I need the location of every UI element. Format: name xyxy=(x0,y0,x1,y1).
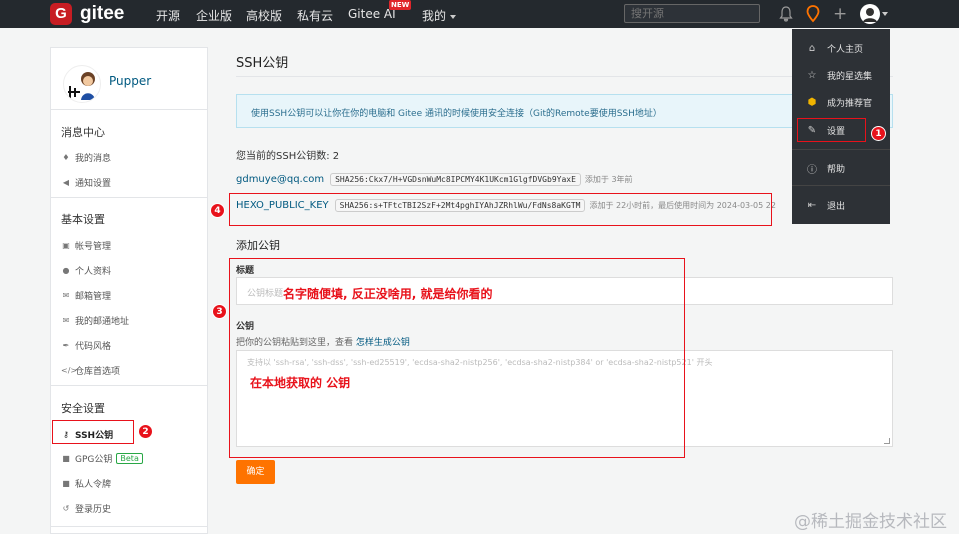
profile-card: Pupper xyxy=(51,48,207,110)
sound-icon: ◀ xyxy=(62,178,70,187)
section-security-settings: 安全设置 xyxy=(61,402,105,415)
avatar-caret-icon[interactable] xyxy=(882,12,888,16)
nav-enterprise[interactable]: 企业版 xyxy=(196,7,232,24)
add-key-title: 添加公钥 xyxy=(236,239,280,252)
sidebar-item-label: 代码风格 xyxy=(75,342,112,352)
watermark: @稀土掘金技术社区 xyxy=(794,512,947,532)
annotation-number: 2 xyxy=(138,424,153,439)
sidebar-item-account[interactable]: ▣ 帐号管理 xyxy=(61,239,111,252)
new-badge: NEW xyxy=(389,0,412,10)
menu-item-help[interactable]: ⓘ 帮助 xyxy=(806,161,845,176)
annotation-number: 3 xyxy=(212,304,227,319)
section-message-center: 消息中心 xyxy=(61,126,105,139)
submit-button[interactable]: 确定 xyxy=(236,460,275,484)
key-meta: 添加于 3年前 xyxy=(584,175,633,184)
lock-icon: ■ xyxy=(62,454,70,463)
sidebar-item-label: 个人资料 xyxy=(75,267,112,277)
bell-icon: ♦ xyxy=(62,153,70,162)
resize-handle-icon[interactable] xyxy=(884,438,890,444)
menu-item-label: 退出 xyxy=(827,202,846,212)
sidebar-item-my-messages[interactable]: ♦ 我的消息 xyxy=(61,151,111,164)
sidebar-item-label: 仓库首选项 xyxy=(75,367,121,377)
menu-item-label: 个人主页 xyxy=(827,45,864,55)
user-icon: ● xyxy=(62,266,70,275)
sidebar-item-notification-settings[interactable]: ◀ 通知设置 xyxy=(61,176,111,189)
location-pin-icon[interactable] xyxy=(806,5,820,23)
beta-badge: Beta xyxy=(116,453,143,464)
avatar[interactable] xyxy=(860,4,880,24)
logo-text: gitee xyxy=(80,3,125,24)
sidebar-item-label: GPG公钥 xyxy=(75,455,113,465)
settings-sidebar: Pupper 消息中心 ♦ 我的消息 ◀ 通知设置 基本设置 ▣ 帐号管理 ● 个人资料… xyxy=(50,47,208,534)
sidebar-divider xyxy=(51,197,207,198)
sidebar-item-label: 私人令牌 xyxy=(75,480,112,490)
menu-divider xyxy=(792,185,890,186)
key-count: 您当前的SSH公钥数: 2 xyxy=(236,151,340,162)
annotation-key-note: 在本地获取的 公钥 xyxy=(250,376,351,390)
sidebar-item-email[interactable]: ✉ 邮箱管理 xyxy=(61,289,111,302)
sidebar-item-login-history[interactable]: ↺ 登录历史 xyxy=(61,502,111,515)
nav-mine-label: 我的 xyxy=(422,9,447,23)
annotation-title-note: 名字随便填, 反正没啥用, 就是给你看的 xyxy=(283,287,493,301)
logo-badge: G xyxy=(50,3,72,25)
sidebar-item-repo-prefs[interactable]: </> 仓库首选项 xyxy=(61,364,120,377)
mail-icon: ✉ xyxy=(62,316,70,325)
annotation-number: 4 xyxy=(210,203,225,218)
lock-icon: ■ xyxy=(62,479,70,488)
key-fingerprint: SHA256:Ckx7/H+VGDsnWuMc8IPCMY4K1UKcm1Glg… xyxy=(330,173,581,186)
sidebar-divider xyxy=(51,526,207,527)
history-icon: ↺ xyxy=(62,504,70,513)
sidebar-item-code-style[interactable]: ✒ 代码风格 xyxy=(61,339,111,352)
annotation-box-key xyxy=(229,193,772,226)
sidebar-item-label: 帐号管理 xyxy=(75,242,112,252)
nav-private-cloud[interactable]: 私有云 xyxy=(297,7,333,24)
sidebar-item-profile[interactable]: ● 个人资料 xyxy=(61,264,112,277)
menu-item-label: 帮助 xyxy=(827,165,846,175)
nav-mine[interactable]: 我的 xyxy=(422,7,457,24)
logout-icon: ⇤ xyxy=(807,200,817,211)
section-basic-settings: 基本设置 xyxy=(61,213,105,226)
code-icon: </> xyxy=(61,366,78,375)
sidebar-item-label: 我的邮通地址 xyxy=(75,317,130,327)
menu-divider xyxy=(792,149,890,150)
home-icon: ⌂ xyxy=(808,43,816,54)
gitee-logo[interactable]: G gitee xyxy=(50,3,124,25)
profile-username[interactable]: Pupper xyxy=(109,74,151,88)
annotation-box-settings xyxy=(797,118,866,142)
mail-icon: ✉ xyxy=(62,291,70,300)
menu-item-label: 成为推荐官 xyxy=(827,99,873,109)
ssh-key-row: gdmuye@qq.com SHA256:Ckx7/H+VGDsnWuMc8IP… xyxy=(236,173,633,186)
annotation-box-ssh xyxy=(52,420,134,444)
id-card-icon: ▣ xyxy=(62,241,70,250)
sidebar-item-mail-address[interactable]: ✉ 我的邮通地址 xyxy=(61,314,129,327)
menu-item-starred[interactable]: ☆ 我的星选集 xyxy=(806,69,873,82)
menu-item-homepage[interactable]: ⌂ 个人主页 xyxy=(806,42,863,55)
star-icon: ☆ xyxy=(807,70,817,81)
page-title: SSH公钥 xyxy=(236,56,289,71)
bell-icon[interactable] xyxy=(779,6,793,22)
sidebar-divider xyxy=(51,385,207,386)
menu-item-logout[interactable]: ⇤ 退出 xyxy=(806,199,845,212)
menu-item-label: 我的星选集 xyxy=(827,72,873,82)
nav-opensource[interactable]: 开源 xyxy=(156,7,180,24)
nav-education[interactable]: 高校版 xyxy=(246,7,282,24)
plus-icon[interactable]: + xyxy=(833,6,847,23)
menu-item-recommender[interactable]: ⬢ 成为推荐官 xyxy=(806,96,872,109)
sidebar-item-label: 通知设置 xyxy=(75,179,112,189)
sidebar-item-gpg-keys[interactable]: ■ GPG公钥 Beta xyxy=(61,452,143,465)
search-input[interactable] xyxy=(624,4,760,23)
key-name[interactable]: gdmuye@qq.com xyxy=(236,174,324,185)
brush-icon: ✒ xyxy=(62,341,70,350)
sidebar-item-private-tokens[interactable]: ■ 私人令牌 xyxy=(61,477,111,490)
chevron-down-icon xyxy=(450,14,457,19)
badge-icon: ⬢ xyxy=(807,97,817,108)
sidebar-item-label: 邮箱管理 xyxy=(75,292,112,302)
profile-avatar[interactable] xyxy=(63,65,101,103)
top-navbar: G gitee 开源 企业版 高校版 私有云 Gitee AI NEW 我的 + xyxy=(0,0,959,28)
sidebar-item-label: 我的消息 xyxy=(75,154,112,164)
sidebar-item-label: 登录历史 xyxy=(75,505,112,515)
help-icon: ⓘ xyxy=(807,165,817,176)
annotation-number: 1 xyxy=(871,126,886,141)
